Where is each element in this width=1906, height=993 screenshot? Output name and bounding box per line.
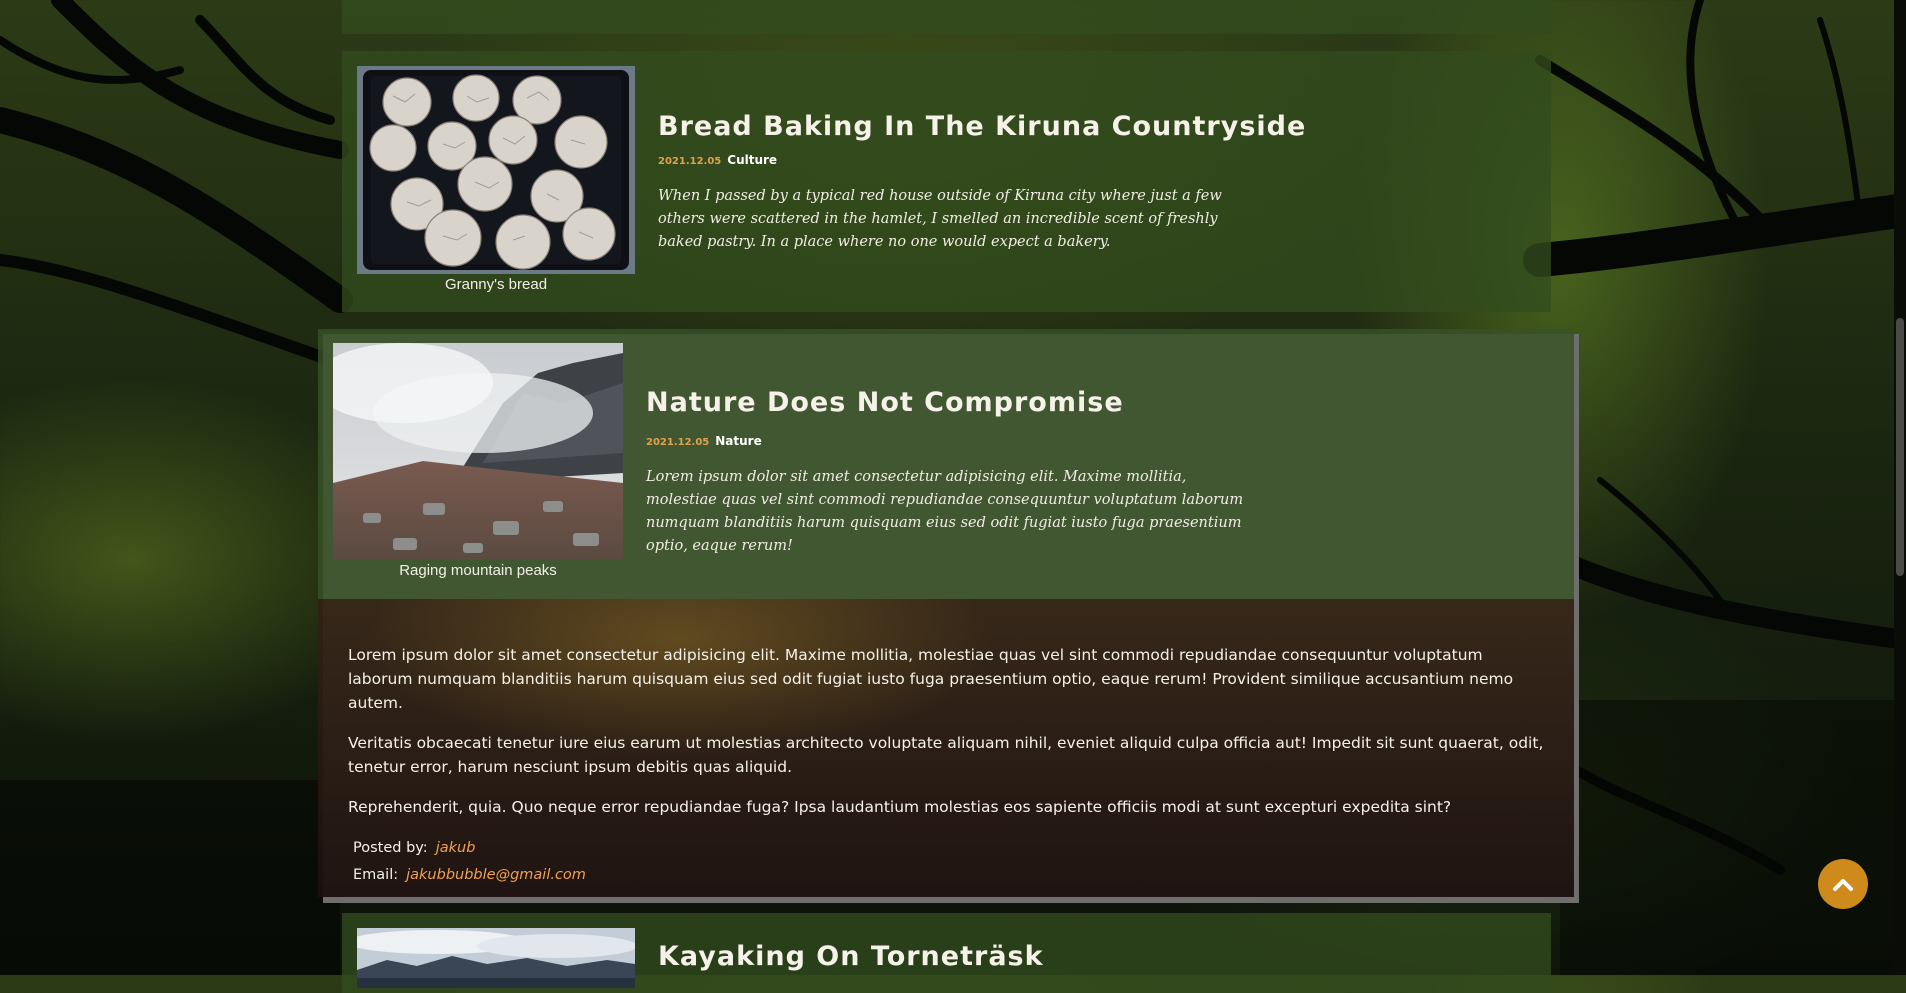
post-card-nature[interactable]: Raging mountain peaks Nature Does Not Co… [318,329,1574,599]
post-title[interactable]: Nature Does Not Compromise [646,383,1124,423]
post-meta: 2021.12.05 Nature [646,432,762,450]
post-date: 2021.12.05 [658,156,722,167]
image-caption: Granny's bread [444,276,548,293]
post-category[interactable]: Culture [727,153,777,167]
post-excerpt: When I passed by a typical red house out… [658,188,1222,250]
email-link[interactable]: jakubbubble@gmail.com [406,867,586,883]
post-card-bread[interactable]: Granny's bread Bread Baking In The Kirun… [342,51,1551,312]
post-category[interactable]: Nature [715,434,761,448]
image-caption: Raging mountain peaks [399,562,557,579]
post-card-previous [342,0,1551,34]
post-meta: 2021.12.05 Culture [658,151,777,169]
post-body-paragraph: Reprehenderit, quia. Quo neque error rep… [348,798,1452,816]
posted-by: Posted by: jakub [353,835,1544,862]
post-image-nature[interactable] [333,343,623,560]
post-image-bread[interactable] [357,66,635,274]
post-body-expanded: Lorem ipsum dolor sit amet consectetur a… [318,599,1574,897]
post-title[interactable]: Kayaking On Torneträsk [658,937,1044,977]
author-email: Email: jakubbubble@gmail.com [353,862,1544,889]
post-body-paragraph: Lorem ipsum dolor sit amet consectetur a… [348,646,1514,712]
email-label: Email: [353,867,399,883]
page-scrollbar[interactable] [1894,0,1906,975]
author-link[interactable]: jakub [436,840,476,856]
post-title[interactable]: Bread Baking In The Kiruna Countryside [658,107,1306,147]
post-body-paragraph: Veritatis obcaecati tenetur iure eius ea… [348,734,1544,776]
post-date: 2021.12.05 [646,437,710,448]
post-card-kayak[interactable]: Kayaking On Torneträsk [342,913,1551,993]
scrollbar-thumb[interactable] [1896,318,1904,576]
post-excerpt: Lorem ipsum dolor sit amet consectetur a… [646,469,1244,554]
chevron-up-icon [1833,879,1853,891]
post-image-kayak[interactable] [357,928,635,988]
posted-by-label: Posted by: [353,840,428,856]
back-to-top-button[interactable] [1818,859,1868,909]
